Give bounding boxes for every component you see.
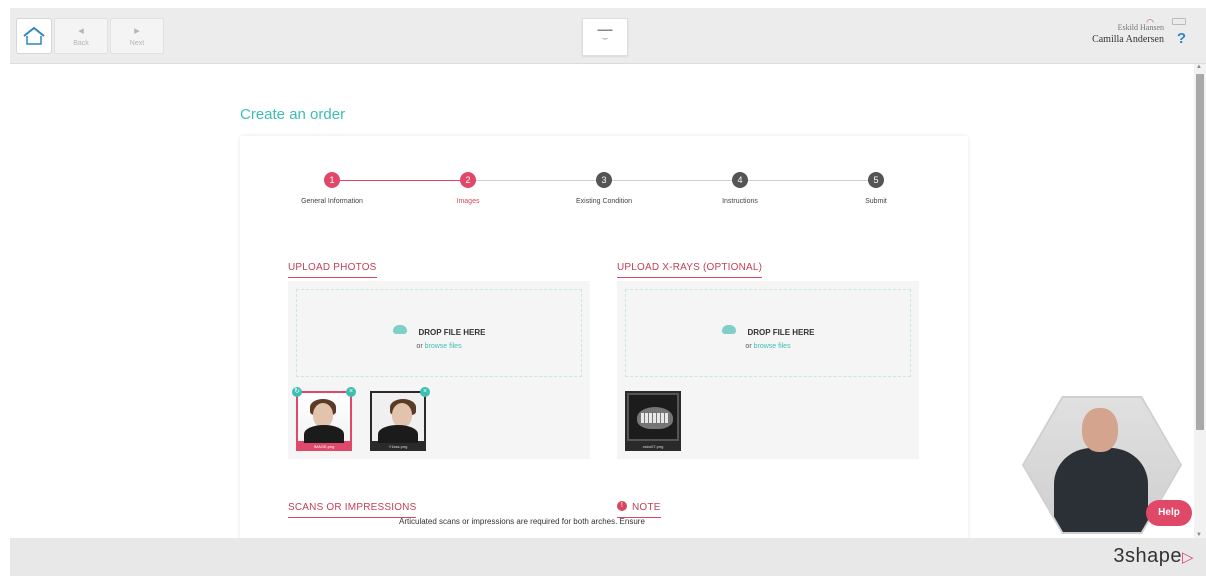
brand-mark-icon: ▷ <box>1181 549 1194 566</box>
rotate-icon[interactable]: ↻ <box>292 387 302 397</box>
step-label: General Information <box>301 198 363 205</box>
drop-or: or <box>416 343 423 350</box>
thumbnail-filename: IMAGE.png <box>313 444 335 449</box>
photos-dropzone[interactable]: DROP FILE HERE or browse files <box>296 289 582 377</box>
photo-thumbnail[interactable]: Y1sss.png × <box>370 387 430 451</box>
portrait-face <box>392 403 412 427</box>
scans-heading: SCANS OR IMPRESSIONS <box>288 502 417 518</box>
portrait-face <box>313 403 333 427</box>
drop-title: DROP FILE HERE <box>418 328 486 337</box>
home-icon <box>23 26 45 45</box>
app-logo: ▬▬▬ ⌣ <box>582 18 628 56</box>
main-content: Create an order 1 General Information 2 … <box>10 64 1194 538</box>
step-general-information[interactable]: 1 General Information <box>272 172 392 205</box>
scrollbar-thumb[interactable] <box>1196 74 1204 430</box>
next-button[interactable]: ▸ Next <box>110 18 164 54</box>
drop-subtext: or browse files <box>626 343 910 350</box>
cloud-upload-icon <box>392 325 407 335</box>
vertical-scrollbar[interactable]: ▲ ▼ <box>1194 64 1206 538</box>
back-button[interactable]: ◂ Back <box>54 18 108 54</box>
arrow-left-icon: ◂ <box>78 25 84 37</box>
step-label: Instructions <box>722 198 758 205</box>
note-heading-text: NOTE <box>632 502 661 513</box>
scroll-up-icon[interactable]: ▲ <box>1196 64 1202 70</box>
order-form-card: 1 General Information 2 Images 3 Existin… <box>240 136 968 538</box>
photo-preview <box>298 393 350 443</box>
browse-files-link[interactable]: browse files <box>425 343 462 350</box>
cloud-upload-icon <box>721 325 736 335</box>
portrait-shoulders <box>378 425 418 443</box>
next-label: Next <box>129 40 145 47</box>
step-number: 2 <box>460 172 476 188</box>
brand-logo: 3shape▷ <box>1113 545 1194 568</box>
battery-icon <box>1172 18 1186 25</box>
step-existing-condition[interactable]: 3 Existing Condition <box>544 172 664 205</box>
page-title: Create an order <box>240 106 346 123</box>
browse-files-link[interactable]: browse files <box>754 343 791 350</box>
remove-icon[interactable]: × <box>420 387 430 397</box>
upload-photos-panel: DROP FILE HERE or browse files IMAGE.png… <box>288 281 590 459</box>
thumbnail-filename: Y1sss.png <box>388 444 408 449</box>
remove-icon[interactable]: × <box>346 387 356 397</box>
note-text: Articulated scans or impressions are req… <box>399 517 645 526</box>
help-question-icon[interactable]: ? <box>1177 30 1186 47</box>
step-submit[interactable]: 5 Submit <box>816 172 936 205</box>
note-heading: ! NOTE <box>617 501 661 518</box>
xrays-dropzone[interactable]: DROP FILE HERE or browse files <box>625 289 911 377</box>
alert-icon: ! <box>617 501 627 512</box>
home-button[interactable] <box>16 18 52 54</box>
step-label: Images <box>456 198 480 205</box>
footer-bar: 3shape▷ <box>10 538 1206 576</box>
drop-title: DROP FILE HERE <box>747 328 815 337</box>
portrait-shoulders <box>304 425 344 443</box>
top-toolbar: ◂ Back ▸ Next ▬▬▬ ⌣ ◠ Eskild Hansen Cami… <box>10 8 1206 64</box>
step-instructions[interactable]: 4 Instructions <box>680 172 800 205</box>
back-label: Back <box>73 40 89 47</box>
xray-preview <box>627 393 679 441</box>
arrow-right-icon: ▸ <box>134 25 140 37</box>
photo-preview <box>372 393 424 443</box>
drop-subtext: or browse files <box>297 343 581 350</box>
help-button[interactable]: Help <box>1146 500 1192 526</box>
step-number: 3 <box>596 172 612 188</box>
upload-xrays-heading: UPLOAD X-RAYS (OPTIONAL) <box>617 262 763 278</box>
thumbnail-filename: xsbo07.png <box>642 444 664 449</box>
step-label: Submit <box>865 198 887 205</box>
user-info[interactable]: Eskild Hansen Camilla Andersen <box>1092 22 1164 47</box>
upload-xrays-panel: DROP FILE HERE or browse files xsbo07.pn… <box>617 281 919 459</box>
step-number: 4 <box>732 172 748 188</box>
step-label: Existing Condition <box>575 198 633 205</box>
app-logo-mark: ▬▬▬ <box>597 27 613 33</box>
user-secondary-name: Camilla Andersen <box>1092 34 1164 45</box>
upload-photos-heading: UPLOAD PHOTOS <box>288 262 377 278</box>
brand-name: 3shape <box>1113 545 1182 567</box>
logo-swoosh-icon: ⌣ <box>601 33 609 44</box>
presenter-head <box>1082 408 1118 452</box>
step-number: 1 <box>324 172 340 188</box>
user-primary-name: Eskild Hansen <box>1117 23 1164 32</box>
presenter-body <box>1054 448 1148 532</box>
drop-or: or <box>745 343 752 350</box>
step-images[interactable]: 2 Images <box>408 172 528 205</box>
xray-thumbnail[interactable]: xsbo07.png <box>625 391 681 451</box>
photo-thumbnail[interactable]: IMAGE.png ↻ × <box>292 387 356 451</box>
step-number: 5 <box>868 172 884 188</box>
xray-teeth <box>641 413 669 423</box>
